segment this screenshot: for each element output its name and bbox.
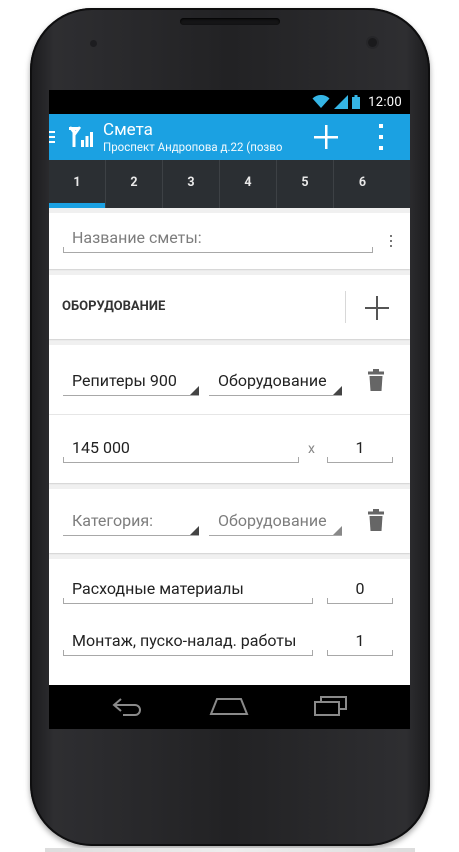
category-card: Категория: Оборудование: [49, 489, 410, 553]
price-field[interactable]: 145 000: [63, 434, 299, 463]
navigation-bar: [49, 685, 410, 729]
proximity-sensor: [90, 40, 97, 47]
tab-6[interactable]: 6: [334, 160, 391, 208]
tab-3[interactable]: 3: [163, 160, 220, 208]
trash-icon[interactable]: [368, 509, 384, 531]
equipment-name-select[interactable]: Репитеры 900: [63, 367, 199, 396]
category-type-value: Оборудование: [218, 511, 327, 530]
status-bar: 12:00: [49, 90, 410, 114]
dropdown-arrow-icon: [333, 526, 342, 535]
more-vert-icon[interactable]: [389, 235, 393, 247]
installation-value: 1: [355, 631, 365, 650]
tab-4[interactable]: 4: [220, 160, 277, 208]
category-placeholder: Категория:: [72, 511, 153, 530]
tab-bar: 1 2 3 4 5 6: [49, 160, 410, 208]
multiply-sign: x: [308, 441, 315, 457]
equipment-type-value: Оборудование: [218, 371, 327, 390]
signal-icon: [334, 95, 349, 109]
overflow-menu-icon[interactable]: [376, 124, 386, 150]
consumables-field[interactable]: Расходные материалы: [63, 575, 313, 604]
installation-label: Монтаж, пуско-налад. работы: [72, 631, 297, 650]
dropdown-arrow-icon: [333, 386, 342, 395]
back-icon[interactable]: [111, 695, 145, 717]
wifi-icon: [312, 95, 330, 108]
equipment-item-card: Репитеры 900 Оборудование 145 000 x 1: [49, 345, 410, 483]
estimate-name-card: Название сметы:: [49, 213, 410, 269]
tab-5[interactable]: 5: [277, 160, 334, 208]
drawer-indicator-icon[interactable]: [49, 131, 63, 143]
battery-icon: [352, 95, 361, 109]
consumables-value: 0: [355, 579, 365, 598]
price-value: 145 000: [72, 438, 130, 457]
tab-1[interactable]: 1: [49, 160, 106, 208]
estimate-name-placeholder: Название сметы:: [72, 228, 202, 247]
screen-subtitle: Проспект Андропова д.22 (позво: [103, 140, 283, 154]
equipment-type-select[interactable]: Оборудование: [209, 367, 342, 396]
front-camera: [368, 38, 377, 47]
home-icon[interactable]: [209, 695, 249, 717]
section-divider: [345, 291, 346, 323]
quantity-field[interactable]: 1: [327, 434, 393, 463]
estimate-name-field[interactable]: Название сметы:: [63, 224, 373, 253]
equipment-section-label: ОБОРУДОВАНИЕ: [62, 299, 166, 314]
consumables-label: Расходные материалы: [72, 579, 244, 598]
speaker-grille: [180, 18, 280, 25]
add-equipment-icon[interactable]: [364, 295, 390, 321]
category-type-select[interactable]: Оборудование: [209, 507, 342, 536]
recent-apps-icon[interactable]: [313, 695, 349, 717]
tab-2[interactable]: 2: [106, 160, 163, 208]
status-time: 12:00: [368, 94, 402, 110]
equipment-name-value: Репитеры 900: [72, 371, 177, 390]
extras-card: Расходные материалы 0 Монтаж, пуско-нала…: [49, 559, 410, 685]
screen: 12:00 Смета Проспект Андропова д.22 (поз…: [49, 90, 410, 685]
equipment-header-card: ОБОРУДОВАНИЕ: [49, 275, 410, 339]
row-divider: [49, 414, 410, 415]
floor-reflection: [45, 848, 415, 852]
app-logo-icon[interactable]: [67, 123, 95, 151]
dropdown-arrow-icon: [190, 526, 199, 535]
installation-field[interactable]: Монтаж, пуско-налад. работы: [63, 627, 313, 656]
category-select[interactable]: Категория:: [63, 507, 199, 536]
dropdown-arrow-icon: [190, 386, 199, 395]
add-icon[interactable]: [311, 122, 341, 152]
consumables-value-field[interactable]: 0: [327, 575, 393, 604]
screen-title: Смета: [103, 120, 153, 140]
quantity-value: 1: [355, 438, 365, 457]
installation-value-field[interactable]: 1: [327, 627, 393, 656]
action-bar: Смета Проспект Андропова д.22 (позво: [49, 114, 410, 160]
trash-icon[interactable]: [368, 369, 384, 391]
